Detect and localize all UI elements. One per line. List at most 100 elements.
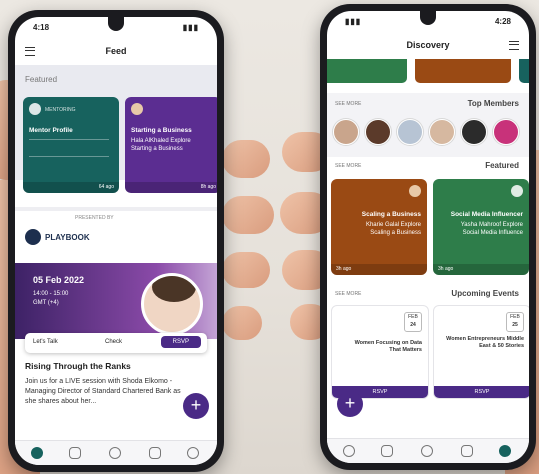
presented-by: PRESENTED BY	[75, 215, 114, 221]
card-title: Starting a Business	[131, 127, 192, 134]
left-hand-finger	[222, 252, 270, 288]
see-more-members[interactable]: SEE MORE	[335, 101, 361, 107]
card-footer: 3h ago	[331, 264, 427, 275]
featured-card-mentor[interactable]: MENTORING Mentor Profile 64 ago	[23, 97, 119, 193]
see-more-featured[interactable]: SEE MORE	[335, 163, 361, 169]
speaker-hair	[152, 276, 196, 302]
check-button[interactable]: Check	[105, 339, 122, 345]
event-banner[interactable]: 05 Feb 2022 14:00 - 15:00 GMT (+4)	[15, 263, 217, 339]
card-footer: 64 ago	[23, 182, 119, 193]
avatar	[409, 185, 421, 197]
member-avatar[interactable]	[429, 119, 455, 145]
lets-talk-button[interactable]: Let's Talk	[33, 339, 58, 345]
card-tag: MENTORING	[45, 107, 76, 113]
card-footer: 3h ago	[433, 264, 529, 275]
card-time: 64 ago	[98, 184, 114, 190]
left-screen: 4:18 ▮▮▮ Feed Featured MENTORING Mentor …	[15, 17, 217, 465]
top-cards-strip	[327, 59, 529, 87]
page-title: Feed	[105, 46, 127, 56]
card-time: 8h ago	[200, 184, 216, 190]
strip-card[interactable]	[519, 59, 529, 83]
event-actions: Let's Talk Check RSVP	[25, 333, 207, 353]
status-time: 4:28	[494, 17, 511, 26]
section-top-members: Top Members	[467, 99, 519, 108]
event-time: 14:00 - 15:00	[33, 291, 69, 297]
member-avatar[interactable]	[365, 119, 391, 145]
event-month: FEB	[408, 314, 418, 320]
section-upcoming-events: Upcoming Events	[451, 289, 519, 298]
card-footer: 8h ago	[125, 182, 217, 193]
app-bar: Feed	[15, 41, 217, 61]
section-featured: Featured	[485, 161, 519, 170]
menu-icon[interactable]	[509, 41, 519, 50]
home-tab-icon[interactable]	[31, 447, 43, 459]
right-phone: ▮▮▮ 4:28 Discovery SEE MORE Top Members …	[320, 4, 536, 470]
left-hand-finger	[222, 196, 274, 234]
event-month: FEB	[510, 314, 520, 320]
member-avatar[interactable]	[461, 119, 487, 145]
avatar	[29, 103, 41, 115]
featured-card-scaling[interactable]: Scaling a Business Kharie Galal Explore …	[331, 179, 427, 275]
signal-icon: ▮▮▮	[182, 23, 199, 32]
home-tab-icon[interactable]	[499, 445, 511, 457]
featured-card-social[interactable]: Social Media Influencer Yasha Mahroof Ex…	[433, 179, 529, 275]
card-line: Social Media Influence	[462, 230, 523, 236]
status-time: 4:18	[33, 23, 50, 32]
chat-tab-icon[interactable]	[69, 447, 81, 459]
tab-bar	[327, 438, 529, 463]
card-line: Scaling a Business	[370, 230, 421, 236]
card-title: Mentor Profile	[29, 127, 73, 134]
strip-card[interactable]	[327, 59, 407, 83]
card-time: 3h ago	[438, 266, 454, 272]
card-line: Yasha Mahroof Explore	[460, 222, 523, 228]
page-title: Discovery	[406, 40, 450, 50]
event-day: 25	[512, 322, 518, 328]
event-date: 05 Feb 2022	[33, 275, 85, 285]
profile-tab-icon[interactable]	[187, 447, 199, 459]
event-title: Women Entrepreneurs Middle East & 50 Sto…	[446, 336, 524, 349]
event-card[interactable]: FEB 24 Women Focusing on Data That Matte…	[331, 305, 429, 399]
partner-logo-icon	[25, 229, 41, 245]
event-day: 24	[410, 322, 416, 328]
speaker-photo	[141, 273, 203, 335]
search-tab-icon[interactable]	[421, 445, 433, 457]
strip-card[interactable]	[415, 59, 511, 83]
see-more-events[interactable]: SEE MORE	[335, 291, 361, 297]
left-hand-finger	[222, 306, 262, 340]
avatar	[511, 185, 523, 197]
tab-bar	[15, 440, 217, 465]
card-line: Starting a Business	[131, 146, 183, 152]
left-hand-finger	[222, 140, 270, 178]
member-avatar[interactable]	[333, 119, 359, 145]
rsvp-button[interactable]: RSVP	[160, 336, 201, 348]
messages-tab-icon[interactable]	[381, 445, 393, 457]
add-post-button[interactable]: +	[183, 393, 209, 419]
partner-logo: PLAYBOOK	[45, 233, 90, 242]
card-time: 3h ago	[336, 266, 352, 272]
member-avatar[interactable]	[397, 119, 423, 145]
profile-tab-icon[interactable]	[343, 445, 355, 457]
featured-card-business[interactable]: Starting a Business Hala AlKhaled Explor…	[125, 97, 217, 193]
right-screen: ▮▮▮ 4:28 Discovery SEE MORE Top Members …	[327, 11, 529, 463]
card-text	[29, 139, 109, 157]
post-body: Join us for a LIVE session with Shoda El…	[25, 378, 181, 405]
event-date-badge: FEB 25	[506, 312, 524, 332]
left-phone: 4:18 ▮▮▮ Feed Featured MENTORING Mentor …	[8, 10, 224, 472]
event-rsvp-button[interactable]: RSVP	[434, 386, 529, 398]
card-title: Social Media Influencer	[450, 211, 523, 218]
event-title: Women Focusing on Data That Matters	[354, 340, 422, 353]
event-card[interactable]: FEB 25 Women Entrepreneurs Middle East &…	[433, 305, 529, 399]
card-line: Hala AlKhaled Explore	[131, 138, 191, 144]
post-title: Rising Through the Ranks	[25, 361, 131, 371]
event-tz: GMT (+4)	[33, 300, 59, 306]
avatar	[131, 103, 143, 115]
member-avatar[interactable]	[493, 119, 519, 145]
menu-icon[interactable]	[25, 47, 35, 56]
card-line: Kharie Galal Explore	[365, 222, 421, 228]
add-button[interactable]: +	[337, 391, 363, 417]
signal-icon: ▮▮▮	[345, 17, 362, 26]
partner-strip: PRESENTED BY PLAYBOOK	[15, 207, 217, 261]
chat-tab-icon[interactable]	[461, 445, 473, 457]
search-tab-icon[interactable]	[109, 447, 121, 459]
messages-tab-icon[interactable]	[149, 447, 161, 459]
